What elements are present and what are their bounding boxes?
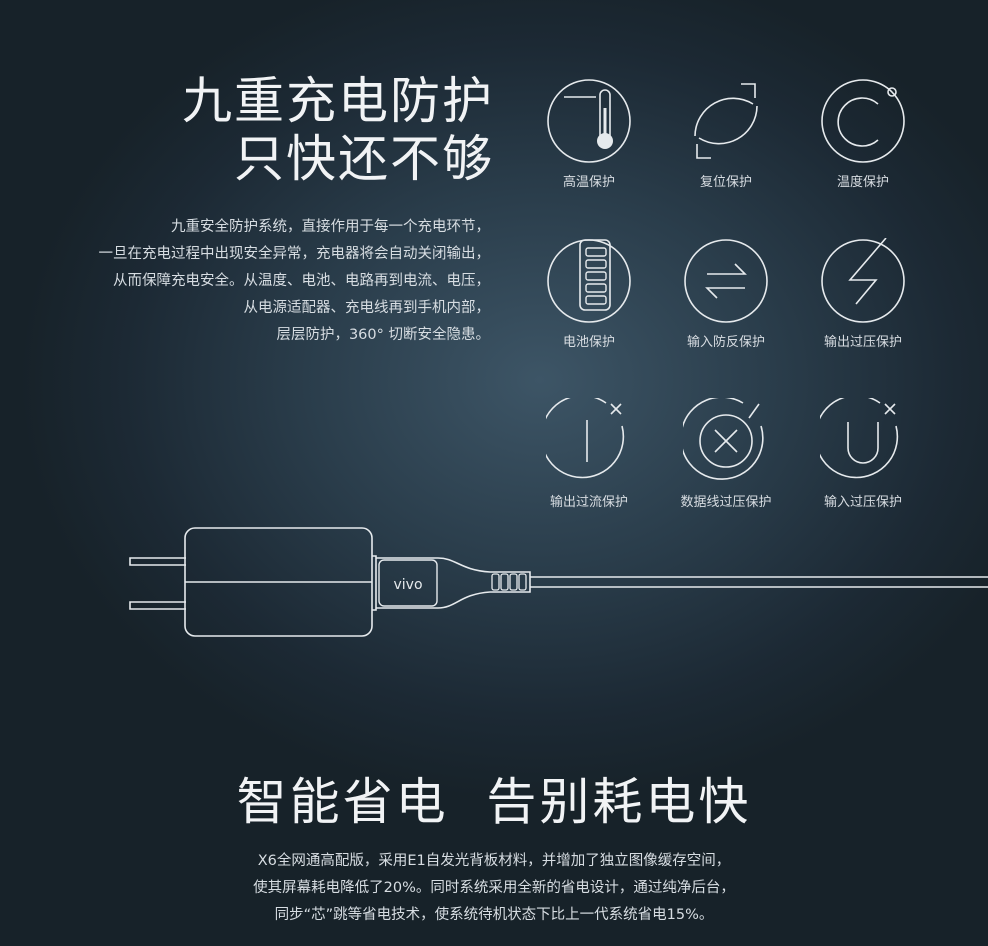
thermometer-icon — [547, 79, 631, 163]
feature-label: 输入过压保护 — [823, 495, 902, 510]
description-line: 层层防护，360° 切断安全隐患。 — [276, 327, 490, 343]
protection-description: 九重安全防护系统，直接作用于每一个充电环节， 一旦在充电过程中出现安全异常，充电… — [99, 214, 491, 349]
current-cutoff-icon — [546, 398, 625, 479]
lightning-icon — [821, 238, 905, 323]
description-line: 同步“芯”跳等省电技术，使系统待机状态下比上一代系统省电15%。 — [274, 907, 714, 923]
feature-input-reverse: 输入防反保护 — [658, 238, 794, 350]
description-line: 从电源适配器、充电线再到手机内部， — [243, 300, 491, 316]
cable-cutoff-icon — [683, 398, 764, 480]
reverse-arrows-icon — [684, 239, 768, 323]
u-cutoff-icon — [820, 398, 899, 479]
description-line: 使其屏幕耗电降低了20%。同时系统采用全新的省电设计，通过纯净后台， — [253, 880, 735, 896]
description-line: 从而保障充电安全。从温度、电池、电路再到电流、电压， — [113, 273, 490, 289]
celsius-icon — [821, 79, 905, 163]
feature-high-temperature: 高温保护 — [521, 78, 657, 190]
description-line: 一旦在充电过程中出现安全异常，充电器将会自动关闭输出， — [98, 246, 491, 262]
feature-label: 输入防反保护 — [686, 335, 765, 350]
feature-temperature: 温度保护 — [795, 78, 931, 190]
feature-input-overvoltage: 输入过压保护 — [795, 398, 931, 510]
protection-title-line1: 九重充电防护 — [182, 72, 494, 130]
vivo-logo: vivo — [393, 577, 422, 593]
reset-icon — [694, 83, 758, 159]
feature-label: 高温保护 — [562, 175, 615, 190]
charger-illustration: vivo — [129, 527, 988, 637]
feature-output-overcurrent: 输出过流保护 — [521, 398, 657, 510]
battery-icon — [547, 239, 631, 323]
power-saving-title: 智能省电 告别耗电快 — [236, 773, 752, 831]
feature-battery: 电池保护 — [521, 238, 657, 350]
protection-title-line2: 只快还不够 — [234, 130, 494, 188]
feature-label: 电池保护 — [562, 335, 615, 350]
feature-label: 输出过压保护 — [823, 335, 902, 350]
feature-output-overvoltage: 输出过压保护 — [795, 238, 931, 350]
power-saving-description: X6全网通高配版，采用E1自发光背板材料，并增加了独立图像缓存空间， 使其屏幕耗… — [0, 848, 988, 929]
feature-reset: 复位保护 — [658, 78, 794, 190]
description-line: X6全网通高配版，采用E1自发光背板材料，并增加了独立图像缓存空间， — [257, 853, 731, 869]
description-line: 九重安全防护系统，直接作用于每一个充电环节， — [171, 219, 490, 235]
feature-cable-overvoltage: 数据线过压保护 — [658, 398, 794, 510]
feature-label: 输出过流保护 — [549, 495, 628, 510]
feature-label: 数据线过压保护 — [680, 495, 772, 510]
plug-prong — [129, 557, 186, 566]
plug-prong — [129, 601, 186, 610]
feature-label: 温度保护 — [836, 175, 889, 190]
feature-label: 复位保护 — [699, 175, 752, 190]
